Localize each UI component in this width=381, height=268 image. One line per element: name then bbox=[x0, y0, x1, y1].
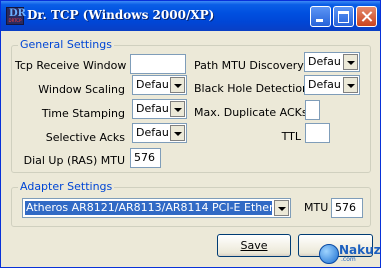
max-duplicate-acks-input[interactable] bbox=[305, 100, 320, 120]
adapter-mtu-input[interactable]: 576 bbox=[331, 198, 363, 218]
general-settings-label: General Settings bbox=[18, 38, 114, 52]
app-icon[interactable]: DR DRTCP bbox=[6, 7, 26, 25]
app-icon-subtext: DRTCP bbox=[8, 18, 22, 23]
close-icon[interactable] bbox=[356, 6, 377, 27]
adapter-selected-value: Atheros AR8121/AR8113/AR8114 PCI-E Ether… bbox=[25, 201, 272, 215]
path-mtu-discovery-value: Default bbox=[308, 55, 341, 68]
path-mtu-discovery-select[interactable]: Default bbox=[304, 52, 360, 72]
chevron-down-icon[interactable] bbox=[343, 77, 358, 93]
selective-acks-select[interactable]: Default bbox=[132, 123, 187, 143]
maximize-icon[interactable] bbox=[333, 6, 354, 27]
selective-acks-value: Default bbox=[136, 126, 168, 139]
adapter-mtu-label: MTU bbox=[304, 201, 329, 214]
time-stamping-label: Time Stamping bbox=[41, 107, 125, 120]
watermark-name: Nakuz bbox=[339, 243, 381, 257]
chevron-down-icon[interactable] bbox=[170, 101, 185, 117]
watermark-domain: .com bbox=[341, 256, 356, 263]
globe-icon bbox=[319, 244, 339, 264]
save-button-label: Save bbox=[240, 239, 268, 252]
window-scaling-value: Default bbox=[136, 78, 168, 91]
black-hole-detection-label: Black Hole Detection bbox=[194, 82, 310, 95]
chevron-down-icon[interactable] bbox=[170, 125, 185, 141]
ttl-label: TTL bbox=[281, 130, 301, 143]
save-button[interactable]: Save bbox=[217, 234, 291, 257]
black-hole-detection-select[interactable]: Default bbox=[304, 75, 360, 95]
dial-up-mtu-label: Dial Up (RAS) MTU bbox=[23, 154, 125, 167]
ttl-input[interactable] bbox=[305, 123, 330, 143]
window-scaling-select[interactable]: Default bbox=[132, 75, 187, 95]
time-stamping-value: Default bbox=[136, 102, 168, 115]
minimize-icon[interactable] bbox=[310, 6, 331, 27]
window-scaling-label: Window Scaling bbox=[38, 83, 125, 96]
black-hole-detection-value: Default bbox=[308, 78, 341, 91]
adapter-settings-label: Adapter Settings bbox=[18, 180, 115, 194]
max-duplicate-acks-label: Max. Duplicate ACKs bbox=[194, 106, 308, 119]
window-title: Dr. TCP (Windows 2000/XP) bbox=[27, 8, 215, 22]
nakuz-watermark: Nakuz .com bbox=[319, 243, 381, 265]
chevron-down-icon[interactable] bbox=[274, 200, 289, 216]
tcp-receive-window-input[interactable] bbox=[130, 54, 186, 74]
chevron-down-icon[interactable] bbox=[170, 77, 185, 93]
path-mtu-discovery-label: Path MTU Discovery bbox=[194, 59, 304, 72]
title-bar[interactable]: DR DRTCP Dr. TCP (Windows 2000/XP) bbox=[1, 1, 380, 31]
time-stamping-select[interactable]: Default bbox=[132, 99, 187, 119]
adapter-select[interactable]: Atheros AR8121/AR8113/AR8114 PCI-E Ether… bbox=[22, 198, 291, 218]
dr-tcp-window: DR DRTCP Dr. TCP (Windows 2000/XP) Gener… bbox=[0, 0, 381, 268]
tcp-receive-window-label: Tcp Receive Window bbox=[15, 59, 127, 72]
chevron-down-icon[interactable] bbox=[343, 54, 358, 70]
selective-acks-label: Selective Acks bbox=[45, 131, 125, 144]
dial-up-mtu-input[interactable]: 576 bbox=[130, 148, 161, 168]
